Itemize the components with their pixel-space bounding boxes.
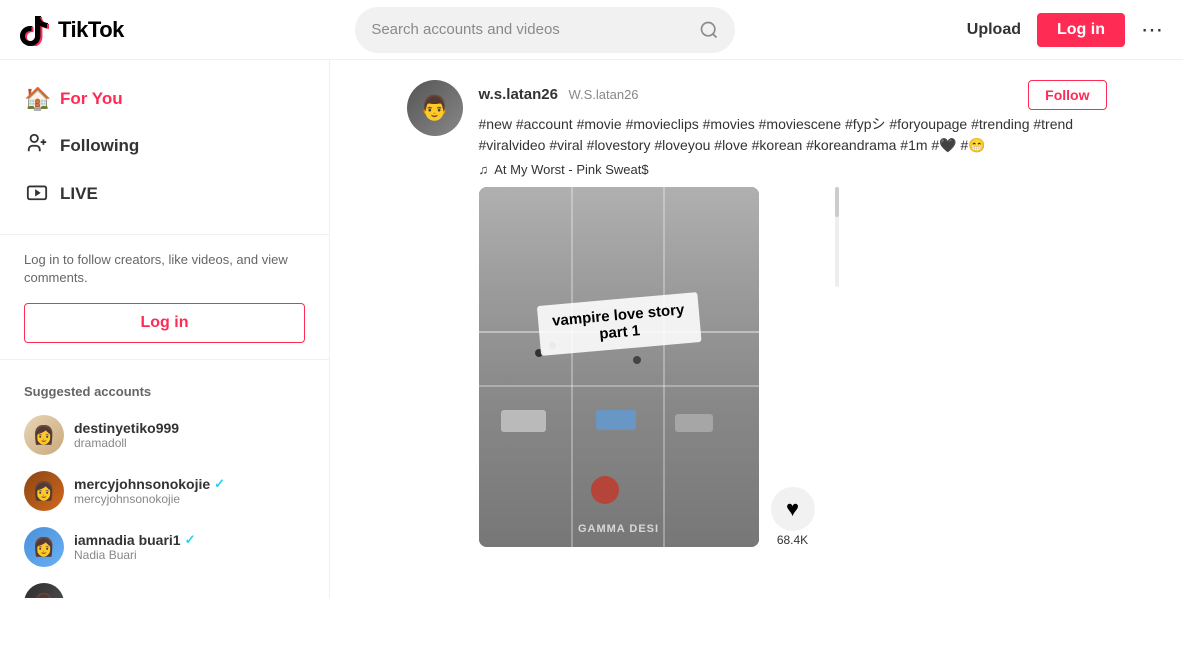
- video-body: w.s.latan26 W.S.latan26 Follow #new #acc…: [479, 80, 1107, 547]
- heart-icon: ♥: [771, 487, 815, 531]
- scroll-indicator-area: [827, 187, 839, 547]
- search-input[interactable]: [371, 21, 689, 38]
- account-username: mercyjohnsonokojie ✓: [74, 476, 305, 492]
- video-watermark: GAMMA DESI: [578, 523, 659, 535]
- sidebar-divider: [0, 234, 329, 235]
- account-username: destinyetiko999: [74, 420, 305, 436]
- list-item[interactable]: 👨 donjazzy ✓: [0, 575, 329, 598]
- song-name: At My Worst - Pink Sweat$: [494, 162, 648, 177]
- header-actions: Upload Log in ⋯: [967, 13, 1163, 47]
- sidebar-item-following[interactable]: Following: [0, 122, 329, 170]
- likes-count: 68.4K: [777, 533, 808, 547]
- music-note-icon: ♫: [479, 162, 489, 177]
- login-button[interactable]: Log in: [1037, 13, 1125, 47]
- scroll-bar[interactable]: [835, 187, 839, 287]
- video-actions: ♥ 68.4K: [771, 187, 815, 547]
- header: TikTok Upload Log in ⋯: [0, 0, 1183, 60]
- account-handle: dramadoll: [74, 436, 305, 450]
- more-options-button[interactable]: ⋯: [1141, 17, 1163, 43]
- verified-badge-icon: ✓: [185, 532, 196, 548]
- list-item[interactable]: 👩 iamnadia buari1 ✓ Nadia Buari: [0, 519, 329, 575]
- home-icon: 🏠: [24, 86, 50, 112]
- login-prompt-text: Log in to follow creators, like videos, …: [0, 251, 329, 303]
- account-username: iamnadia buari1 ✓: [74, 532, 305, 548]
- search-button[interactable]: [699, 20, 719, 40]
- video-song: ♫ At My Worst - Pink Sweat$: [479, 162, 1107, 177]
- account-handle: Nadia Buari: [74, 548, 305, 562]
- video-creator-avatar[interactable]: 👨: [407, 80, 463, 136]
- live-label: LIVE: [60, 184, 98, 204]
- video-card: 👨 w.s.latan26 W.S.latan26 Follow #new #a…: [407, 80, 1107, 547]
- sidebar-nav: 🏠 For You Following: [0, 76, 329, 218]
- tiktok-logo-icon: [20, 14, 52, 46]
- main-layout: 🏠 For You Following: [0, 60, 1183, 598]
- live-icon: [24, 180, 50, 208]
- creator-info: w.s.latan26 W.S.latan26: [479, 86, 639, 104]
- avatar: 👩: [24, 527, 64, 567]
- video-handle: W.S.latan26: [568, 87, 638, 102]
- sidebar-login-button[interactable]: Log in: [24, 303, 305, 343]
- verified-badge-icon: ✓: [214, 476, 225, 492]
- upload-button[interactable]: Upload: [967, 21, 1021, 39]
- video-thumbnail[interactable]: vampire love storypart 1 GAMMA DESI: [479, 187, 759, 547]
- list-item[interactable]: 👩 destinyetiko999 dramadoll: [0, 407, 329, 463]
- list-item[interactable]: 👩 mercyjohnsonokojie ✓ mercyjohnsonokoji…: [0, 463, 329, 519]
- follow-button[interactable]: Follow: [1028, 80, 1106, 110]
- sidebar-item-for-you[interactable]: 🏠 For You: [0, 76, 329, 122]
- video-username[interactable]: w.s.latan26: [479, 86, 558, 103]
- following-icon: [24, 132, 50, 160]
- video-scene: [479, 187, 759, 547]
- suggested-accounts-label: Suggested accounts: [0, 376, 329, 407]
- account-handle: mercyjohnsonokojie: [74, 492, 305, 506]
- main-content: 👨 w.s.latan26 W.S.latan26 Follow #new #a…: [330, 60, 1183, 598]
- search-bar[interactable]: [355, 7, 735, 53]
- video-header: w.s.latan26 W.S.latan26 Follow: [479, 80, 1107, 110]
- sidebar-divider-2: [0, 359, 329, 360]
- avatar: 👩: [24, 471, 64, 511]
- avatar: 👨: [24, 583, 64, 598]
- for-you-label: For You: [60, 89, 123, 109]
- feed-container: 👨 w.s.latan26 W.S.latan26 Follow #new #a…: [407, 80, 1107, 578]
- sidebar-item-live[interactable]: LIVE: [0, 170, 329, 218]
- sidebar: 🏠 For You Following: [0, 60, 330, 598]
- logo[interactable]: TikTok: [20, 14, 124, 46]
- video-content-row: vampire love storypart 1 GAMMA DESI ♥ 68…: [479, 187, 1107, 547]
- video-tags: #new #account #movie #movieclips #movies…: [479, 114, 1107, 156]
- like-button[interactable]: ♥ 68.4K: [771, 487, 815, 547]
- following-label: Following: [60, 136, 139, 156]
- logo-text: TikTok: [58, 17, 124, 43]
- scroll-thumb[interactable]: [835, 187, 839, 217]
- avatar: 👩: [24, 415, 64, 455]
